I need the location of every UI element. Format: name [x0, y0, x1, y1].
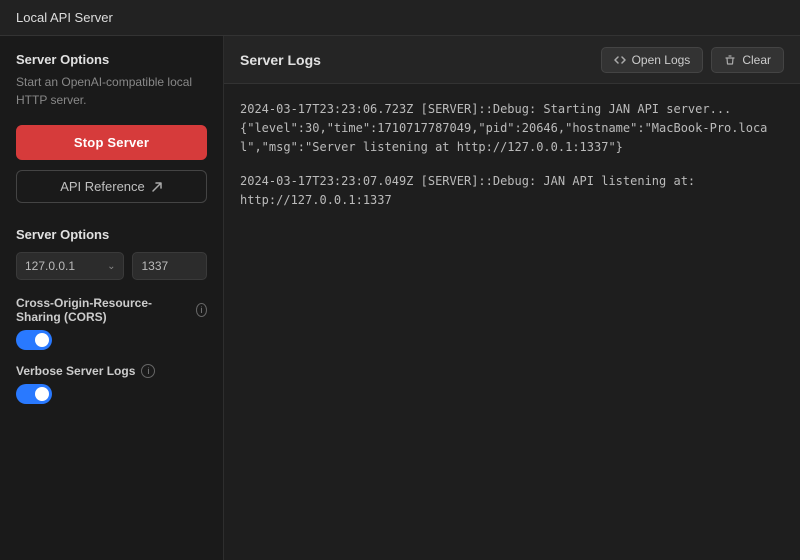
- cors-label: Cross-Origin-Resource-Sharing (CORS): [16, 296, 190, 324]
- clear-icon: [724, 54, 736, 66]
- chevron-down-icon: ⌄: [107, 261, 115, 272]
- verbose-logs-row: Verbose Server Logs i: [16, 364, 207, 404]
- logs-body: 2024-03-17T23:23:06.723Z [SERVER]::Debug…: [224, 84, 800, 560]
- main-layout: Server Options Start an OpenAI-compatibl…: [0, 36, 800, 560]
- cors-row: Cross-Origin-Resource-Sharing (CORS) i: [16, 296, 207, 350]
- api-reference-button[interactable]: API Reference: [16, 170, 207, 203]
- verbose-logs-toggle[interactable]: [16, 384, 52, 404]
- port-input[interactable]: 1337: [132, 252, 207, 280]
- api-reference-label: API Reference: [60, 179, 145, 194]
- cors-label-row: Cross-Origin-Resource-Sharing (CORS) i: [16, 296, 207, 324]
- host-input[interactable]: 127.0.0.1 ⌄: [16, 252, 124, 280]
- clear-button[interactable]: Clear: [711, 47, 784, 73]
- stop-server-button[interactable]: Stop Server: [16, 125, 207, 160]
- open-logs-button[interactable]: Open Logs: [601, 47, 704, 73]
- content-area: Server Logs Open Logs Clear 20: [224, 36, 800, 560]
- logs-header: Server Logs Open Logs Clear: [224, 36, 800, 84]
- code-icon: [614, 54, 626, 66]
- logs-actions: Open Logs Clear: [601, 47, 784, 73]
- port-value: 1337: [141, 259, 168, 273]
- cors-toggle[interactable]: [16, 330, 52, 350]
- server-options-section: Server Options 127.0.0.1 ⌄ 1337 Cross-Or…: [16, 227, 207, 418]
- server-options-header: Server Options Start an OpenAI-compatibl…: [16, 52, 207, 125]
- app-title: Local API Server: [16, 10, 113, 25]
- open-logs-label: Open Logs: [632, 53, 691, 67]
- log-entry-2: 2024-03-17T23:23:07.049Z [SERVER]::Debug…: [240, 172, 784, 210]
- server-options-title: Server Options: [16, 52, 207, 67]
- log-entry-1: 2024-03-17T23:23:06.723Z [SERVER]::Debug…: [240, 100, 784, 158]
- sidebar: Server Options Start an OpenAI-compatibl…: [0, 36, 224, 560]
- external-link-icon: [151, 181, 163, 193]
- verbose-logs-label-row: Verbose Server Logs i: [16, 364, 207, 378]
- verbose-logs-label: Verbose Server Logs: [16, 364, 135, 378]
- server-options-description: Start an OpenAI-compatible local HTTP se…: [16, 73, 207, 109]
- clear-label: Clear: [742, 53, 771, 67]
- cors-info-icon[interactable]: i: [196, 303, 207, 317]
- server-options-sub-title: Server Options: [16, 227, 207, 242]
- logs-title: Server Logs: [240, 52, 321, 68]
- host-value: 127.0.0.1: [25, 259, 75, 273]
- verbose-logs-info-icon[interactable]: i: [141, 364, 155, 378]
- title-bar: Local API Server: [0, 0, 800, 36]
- host-port-row: 127.0.0.1 ⌄ 1337: [16, 252, 207, 280]
